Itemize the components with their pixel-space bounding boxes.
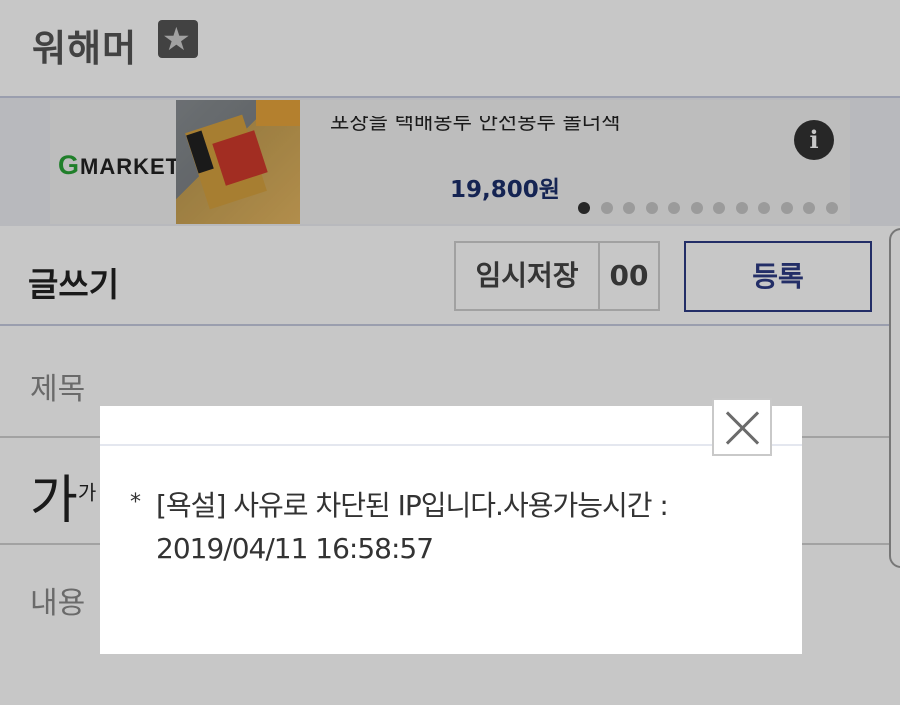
block-message: [욕설] 사유로 차단된 IP입니다.사용가능시간 : (156, 489, 669, 522)
dialog-header-divider (100, 444, 802, 446)
blocked-ip-dialog: * [욕설] 사유로 차단된 IP입니다.사용가능시간 : 2019/04/11… (100, 398, 802, 654)
block-expiry-time: 2019/04/11 16:58:57 (156, 532, 434, 565)
message-bullet: * (130, 490, 141, 515)
close-icon[interactable] (712, 398, 772, 456)
